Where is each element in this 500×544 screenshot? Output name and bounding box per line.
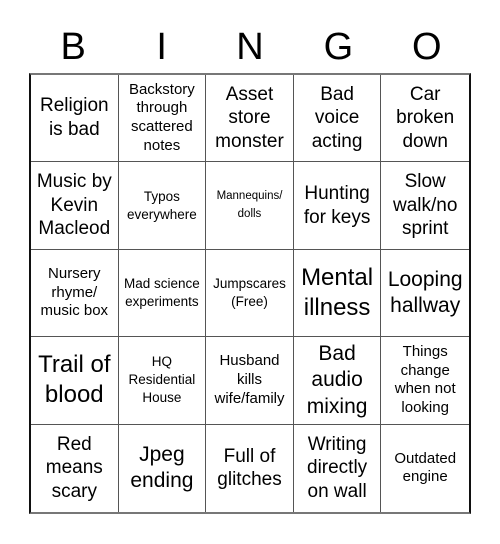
bingo-card-grid: Religion is bad Backstory through scatte… xyxy=(29,73,471,514)
bingo-cell[interactable]: Backstory through scattered notes xyxy=(118,75,207,163)
bingo-cell[interactable]: Jpeg ending xyxy=(119,424,207,512)
header-letter-g: G xyxy=(323,26,354,68)
bingo-cell[interactable]: Typos everywhere xyxy=(118,162,207,250)
bingo-cell[interactable]: Outdated engine xyxy=(381,425,469,512)
header-letter-n: N xyxy=(236,26,264,68)
bingo-cell[interactable]: Nursery rhyme/ music box xyxy=(31,249,119,338)
bingo-cell[interactable]: Mannequins/ dolls xyxy=(206,162,294,250)
header-letter-o: O xyxy=(412,26,442,68)
header-letter-i: I xyxy=(156,26,167,68)
bingo-cell[interactable]: Full of glitches xyxy=(206,424,294,512)
bingo-cell[interactable]: Husband kills wife/family xyxy=(206,337,294,425)
bingo-cell[interactable]: Trail of blood xyxy=(31,337,119,425)
bingo-cell[interactable]: Mad science experiments xyxy=(118,249,207,338)
bingo-cell[interactable]: Writing directly on wall xyxy=(294,424,382,512)
bingo-cell[interactable]: Asset store monster xyxy=(206,75,294,163)
bingo-cell[interactable]: Bad audio mixing xyxy=(293,337,382,425)
bingo-cell[interactable]: Things change when not looking xyxy=(381,337,469,425)
header-letter-b: B xyxy=(60,26,86,68)
bingo-cell[interactable]: HQ Residential House xyxy=(118,337,207,425)
bingo-cell[interactable]: Religion is bad xyxy=(31,75,119,163)
bingo-cell[interactable]: Hunting for keys xyxy=(293,162,382,250)
bingo-cell[interactable]: Music by Kevin Macleod xyxy=(31,162,119,250)
bingo-cell[interactable]: Slow walk/no sprint xyxy=(381,162,469,250)
bingo-cell[interactable]: Car broken down xyxy=(381,75,469,163)
bingo-cell[interactable]: Looping hallway xyxy=(381,250,469,338)
bingo-header: B I N G O xyxy=(29,22,471,72)
bingo-cell free-space[interactable]: Jumpscares (Free) xyxy=(206,249,294,338)
bingo-cell[interactable]: Mental illness xyxy=(293,249,382,338)
bingo-cell[interactable]: Bad voice acting xyxy=(293,75,382,163)
bingo-cell[interactable]: Red means scary xyxy=(31,424,119,512)
